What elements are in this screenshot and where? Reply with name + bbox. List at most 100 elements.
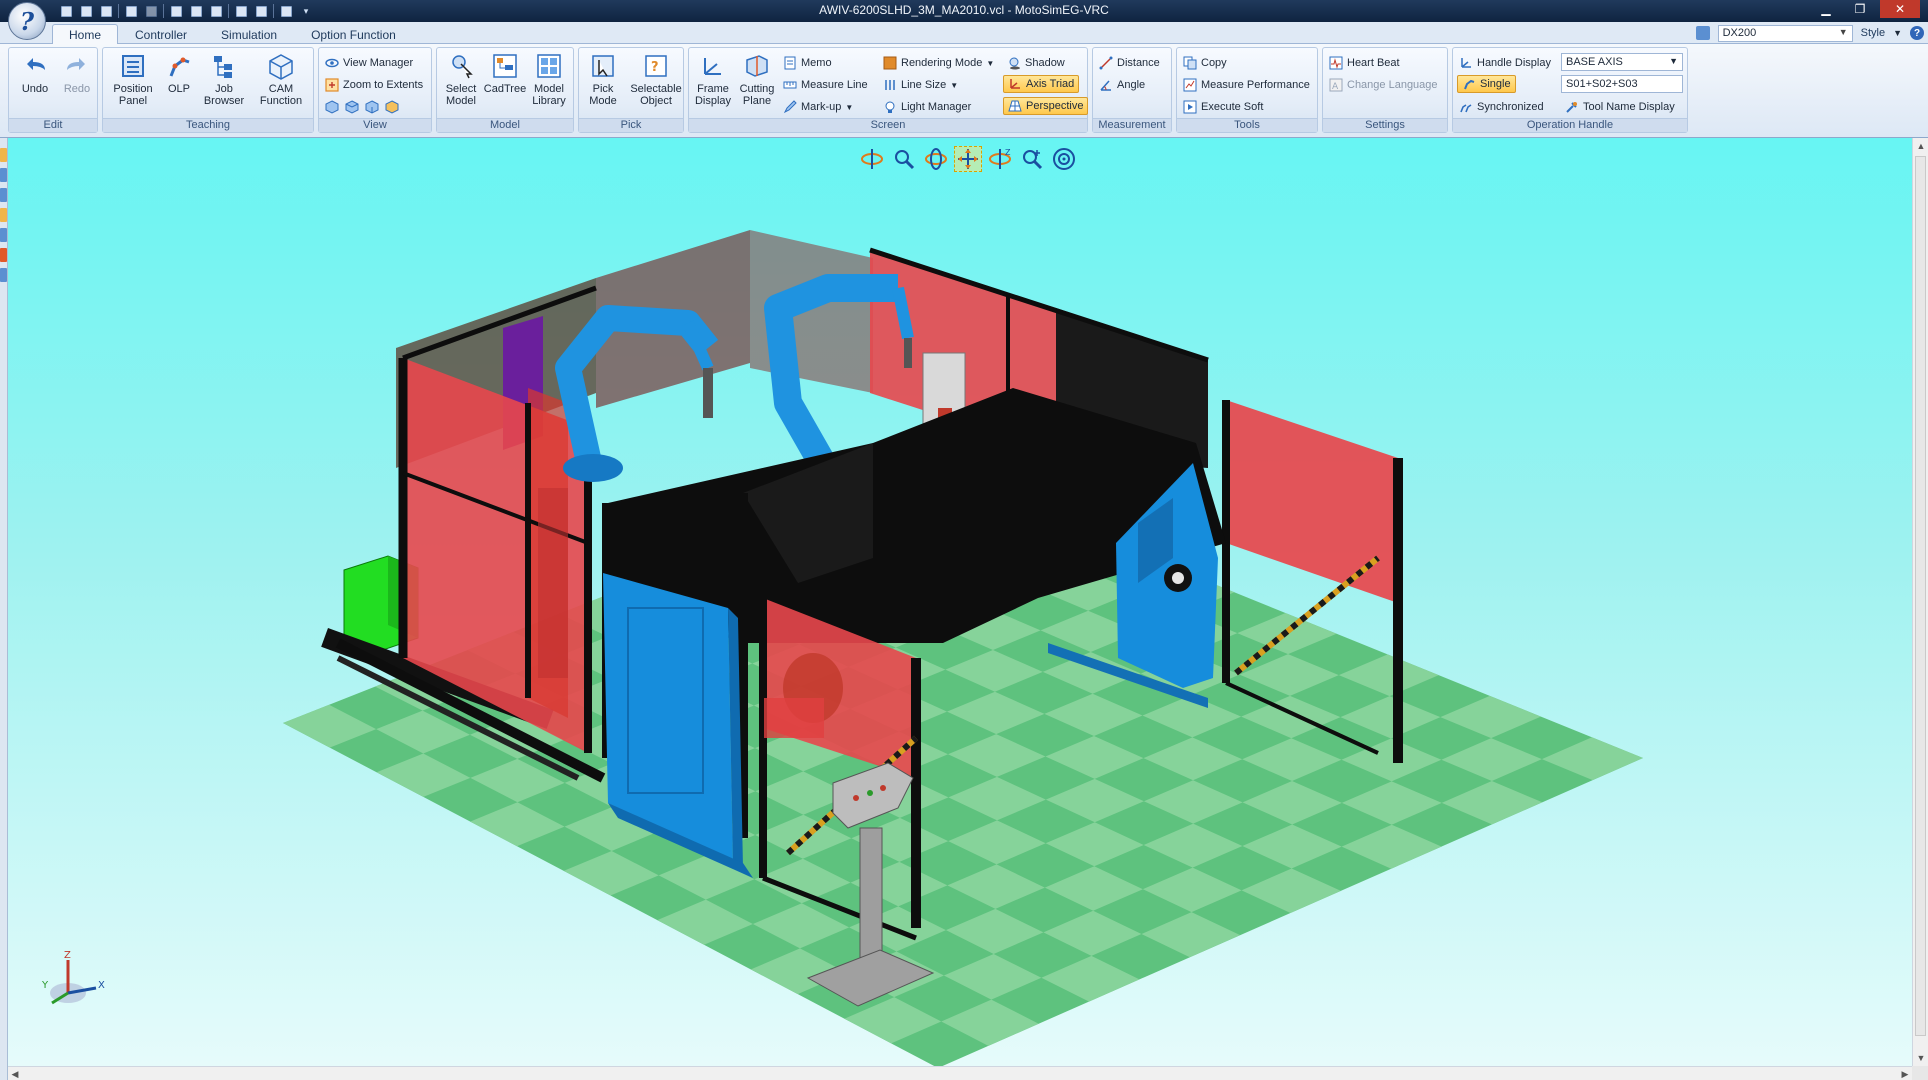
line-size-label: Line Size (901, 79, 947, 91)
single-toggle[interactable]: Single (1457, 75, 1516, 93)
group-model: Select Model CadTree Model Library Model (436, 47, 574, 133)
angle-button[interactable]: Angle (1099, 76, 1145, 94)
change-language-button[interactable]: A Change Language (1329, 76, 1438, 94)
tab-controller[interactable]: Controller (118, 24, 204, 44)
scroll-up-icon[interactable]: ▲ (1913, 138, 1928, 154)
dock-tab-4[interactable] (0, 208, 7, 222)
memo-icon (783, 56, 797, 70)
rotate-xy-icon[interactable] (922, 146, 950, 172)
execute-soft-button[interactable]: Execute Soft (1183, 98, 1263, 116)
distance-icon (1099, 56, 1113, 70)
position-panel-button[interactable]: Position Panel (107, 52, 159, 116)
cam-function-button[interactable]: CAM Function (253, 52, 309, 116)
axes-group-field[interactable]: S01+S02+S03 (1561, 75, 1683, 93)
chevron-down-icon: ▼ (950, 80, 959, 90)
help-icon[interactable]: ? (1910, 26, 1924, 40)
view-front-icon[interactable] (325, 100, 339, 114)
view-top-icon[interactable] (345, 100, 359, 114)
frame-display-icon (699, 52, 727, 80)
measure-line-button[interactable]: Measure Line (783, 76, 868, 94)
cutting-plane-button[interactable]: Cutting Plane (735, 52, 779, 116)
minimize-icon[interactable]: ▁ (1812, 0, 1840, 18)
mark-up-button[interactable]: Mark-up ▼ (783, 98, 853, 116)
copy-button[interactable]: Copy (1183, 54, 1227, 72)
3d-viewport[interactable]: Z Z X Y (8, 138, 1912, 1066)
heart-beat-button[interactable]: Heart Beat (1329, 54, 1400, 72)
fit-target-icon[interactable] (1050, 146, 1078, 172)
vertical-scroll-thumb[interactable] (1915, 156, 1926, 1036)
axis-triad-label: Axis Triad (1026, 78, 1075, 90)
measure-performance-button[interactable]: Measure Performance (1183, 76, 1310, 94)
perspective-toggle[interactable]: Perspective (1003, 97, 1089, 115)
robot-cell-scene[interactable] (8, 138, 1912, 1066)
zoom-to-extents-button[interactable]: Zoom to Extents (325, 76, 423, 94)
dock-tab-3[interactable] (0, 188, 7, 202)
single-robot-icon (1462, 77, 1476, 91)
tool-name-display-button[interactable]: Tool Name Display (1565, 98, 1675, 116)
view-presets (325, 98, 399, 116)
light-manager-label: Light Manager (901, 101, 972, 113)
zoom-window-icon[interactable] (890, 146, 918, 172)
dock-tab-5[interactable] (0, 228, 7, 242)
restore-icon[interactable]: ❐ (1846, 0, 1874, 18)
axis-triad-icon (1008, 77, 1022, 91)
horizontal-scrollbar[interactable]: ◀ ▶ (8, 1066, 1912, 1080)
dock-tab-1[interactable] (0, 148, 7, 162)
tab-simulation[interactable]: Simulation (204, 24, 294, 44)
shadow-button[interactable]: Shadow (1007, 54, 1065, 72)
pick-mode-label-2: Mode (589, 95, 617, 107)
undo-button[interactable]: Undo (13, 52, 57, 116)
pick-mode-icon (589, 52, 617, 80)
line-size-button[interactable]: Line Size ▼ (883, 76, 958, 94)
selectable-object-button[interactable]: ? Selectable Object (629, 52, 683, 116)
group-label-model: Model (437, 118, 573, 132)
zoom-icon[interactable] (1018, 146, 1046, 172)
rotate-icon[interactable] (858, 146, 886, 172)
rendering-mode-button[interactable]: Rendering Mode ▼ (883, 54, 994, 72)
distance-button[interactable]: Distance (1099, 54, 1160, 72)
memo-button[interactable]: Memo (783, 54, 832, 72)
redo-button[interactable]: Redo (55, 52, 99, 116)
pen-icon (783, 100, 797, 114)
selectable-object-label-2: Object (640, 95, 672, 107)
heart-beat-label: Heart Beat (1347, 57, 1400, 69)
rotate-z-icon[interactable]: Z (986, 146, 1014, 172)
synchronized-icon (1459, 100, 1473, 114)
group-label-screen: Screen (689, 118, 1087, 132)
axis-triad-toggle[interactable]: Axis Triad (1003, 75, 1080, 93)
dock-tab-7[interactable] (0, 268, 7, 282)
tab-option-function[interactable]: Option Function (294, 24, 413, 44)
dock-tab-2[interactable] (0, 168, 7, 182)
app-logo[interactable]: ? (8, 2, 46, 40)
app-logo-glyph: ? (19, 6, 35, 36)
eye-icon (325, 56, 339, 70)
light-manager-button[interactable]: Light Manager (883, 98, 971, 116)
execute-soft-icon (1183, 100, 1197, 114)
handle-display-button[interactable]: Handle Display (1459, 54, 1551, 72)
tab-home[interactable]: Home (52, 24, 119, 44)
pan-icon[interactable] (954, 146, 982, 172)
cadtree-button[interactable]: CadTree (483, 52, 527, 116)
synchronized-button[interactable]: Synchronized (1459, 98, 1544, 116)
view-iso-icon[interactable] (385, 100, 399, 114)
view-side-icon[interactable] (365, 100, 379, 114)
vertical-scrollbar[interactable]: ▲ ▼ (1912, 138, 1928, 1066)
style-menu[interactable]: Style (1861, 27, 1885, 39)
chevron-down-icon[interactable]: ▼ (1893, 28, 1902, 38)
close-icon[interactable]: ✕ (1880, 0, 1920, 18)
pick-mode-button[interactable]: Pick Mode (581, 52, 625, 116)
handle-display-select[interactable]: BASE AXIS ▼ (1561, 53, 1683, 71)
olp-button[interactable]: OLP (159, 52, 199, 116)
frame-display-button[interactable]: Frame Display (691, 52, 735, 116)
view-manager-button[interactable]: View Manager (325, 54, 413, 72)
scroll-down-icon[interactable]: ▼ (1913, 1050, 1928, 1066)
dock-tab-6[interactable] (0, 248, 7, 262)
cam-function-label-1: CAM (268, 83, 294, 95)
scroll-left-icon[interactable]: ◀ (8, 1067, 22, 1080)
scroll-right-icon[interactable]: ▶ (1898, 1067, 1912, 1080)
controller-select[interactable]: DX200 ▼ (1717, 24, 1853, 42)
zoom-extents-icon (325, 78, 339, 92)
job-browser-button[interactable]: Job Browser (199, 52, 249, 116)
model-library-button[interactable]: Model Library (527, 52, 571, 116)
select-model-button[interactable]: Select Model (439, 52, 483, 116)
